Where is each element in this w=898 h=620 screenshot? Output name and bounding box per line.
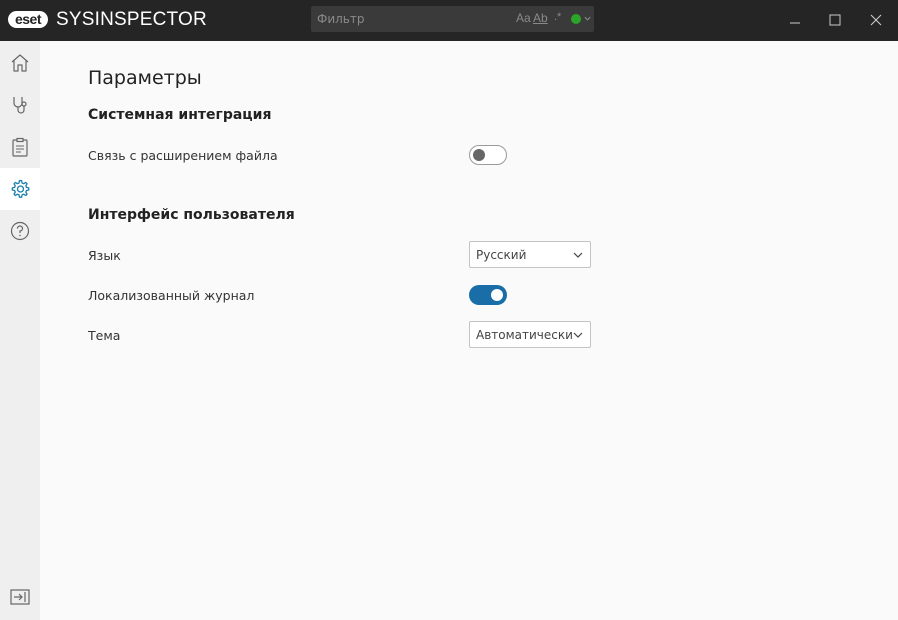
toggle-knob <box>491 289 503 301</box>
chevron-down-icon <box>573 252 583 258</box>
section-title-system-integration: Системная интеграция <box>88 107 272 123</box>
regex-option[interactable]: .* <box>554 11 561 23</box>
maximize-icon[interactable] <box>825 10 845 30</box>
language-label: Язык <box>88 248 121 263</box>
match-case-option[interactable]: Aa <box>516 11 531 25</box>
section-title-user-interface: Интерфейс пользователя <box>88 207 295 223</box>
filter-input[interactable] <box>311 6 511 32</box>
title-bar: eset SYSINSPECTOR Aa Ab .* <box>0 0 898 41</box>
language-select-value: Русский <box>476 248 527 262</box>
toggle-knob <box>473 149 485 161</box>
nav-logs[interactable] <box>0 126 40 168</box>
nav-diagnostics[interactable] <box>0 84 40 126</box>
settings-panel: Параметры Системная интеграция Связь с р… <box>40 41 898 620</box>
localized-log-toggle[interactable] <box>469 285 507 305</box>
status-dot-icon <box>571 14 581 24</box>
sidebar <box>0 41 40 620</box>
clipboard-icon <box>12 137 28 157</box>
page-title: Параметры <box>88 67 202 89</box>
collapse-sidebar-icon <box>10 589 30 605</box>
help-icon <box>10 221 30 241</box>
eset-logo: eset <box>8 11 48 28</box>
stethoscope-icon <box>13 97 27 114</box>
nav-home[interactable] <box>0 42 40 84</box>
nav-help[interactable] <box>0 210 40 252</box>
gear-icon <box>11 179 30 198</box>
filter-box: Aa Ab .* <box>311 6 594 32</box>
nav-settings[interactable] <box>0 168 40 210</box>
localized-log-label: Локализованный журнал <box>88 288 255 303</box>
theme-select[interactable]: Автоматически <box>469 321 591 348</box>
whole-word-option[interactable]: Ab <box>533 11 548 25</box>
app-name: SYSINSPECTOR <box>56 9 207 30</box>
minimize-icon[interactable] <box>785 10 805 30</box>
collapse-sidebar-button[interactable] <box>0 576 40 618</box>
chevron-down-icon <box>573 332 583 338</box>
theme-label: Тема <box>88 328 121 343</box>
language-select[interactable]: Русский <box>469 241 591 268</box>
home-icon <box>11 54 29 72</box>
file-extension-association-toggle[interactable] <box>469 145 507 165</box>
theme-select-value: Автоматически <box>476 328 573 342</box>
chevron-down-icon[interactable] <box>583 14 592 23</box>
close-icon[interactable] <box>866 10 886 30</box>
file-extension-association-label: Связь с расширением файла <box>88 148 278 163</box>
